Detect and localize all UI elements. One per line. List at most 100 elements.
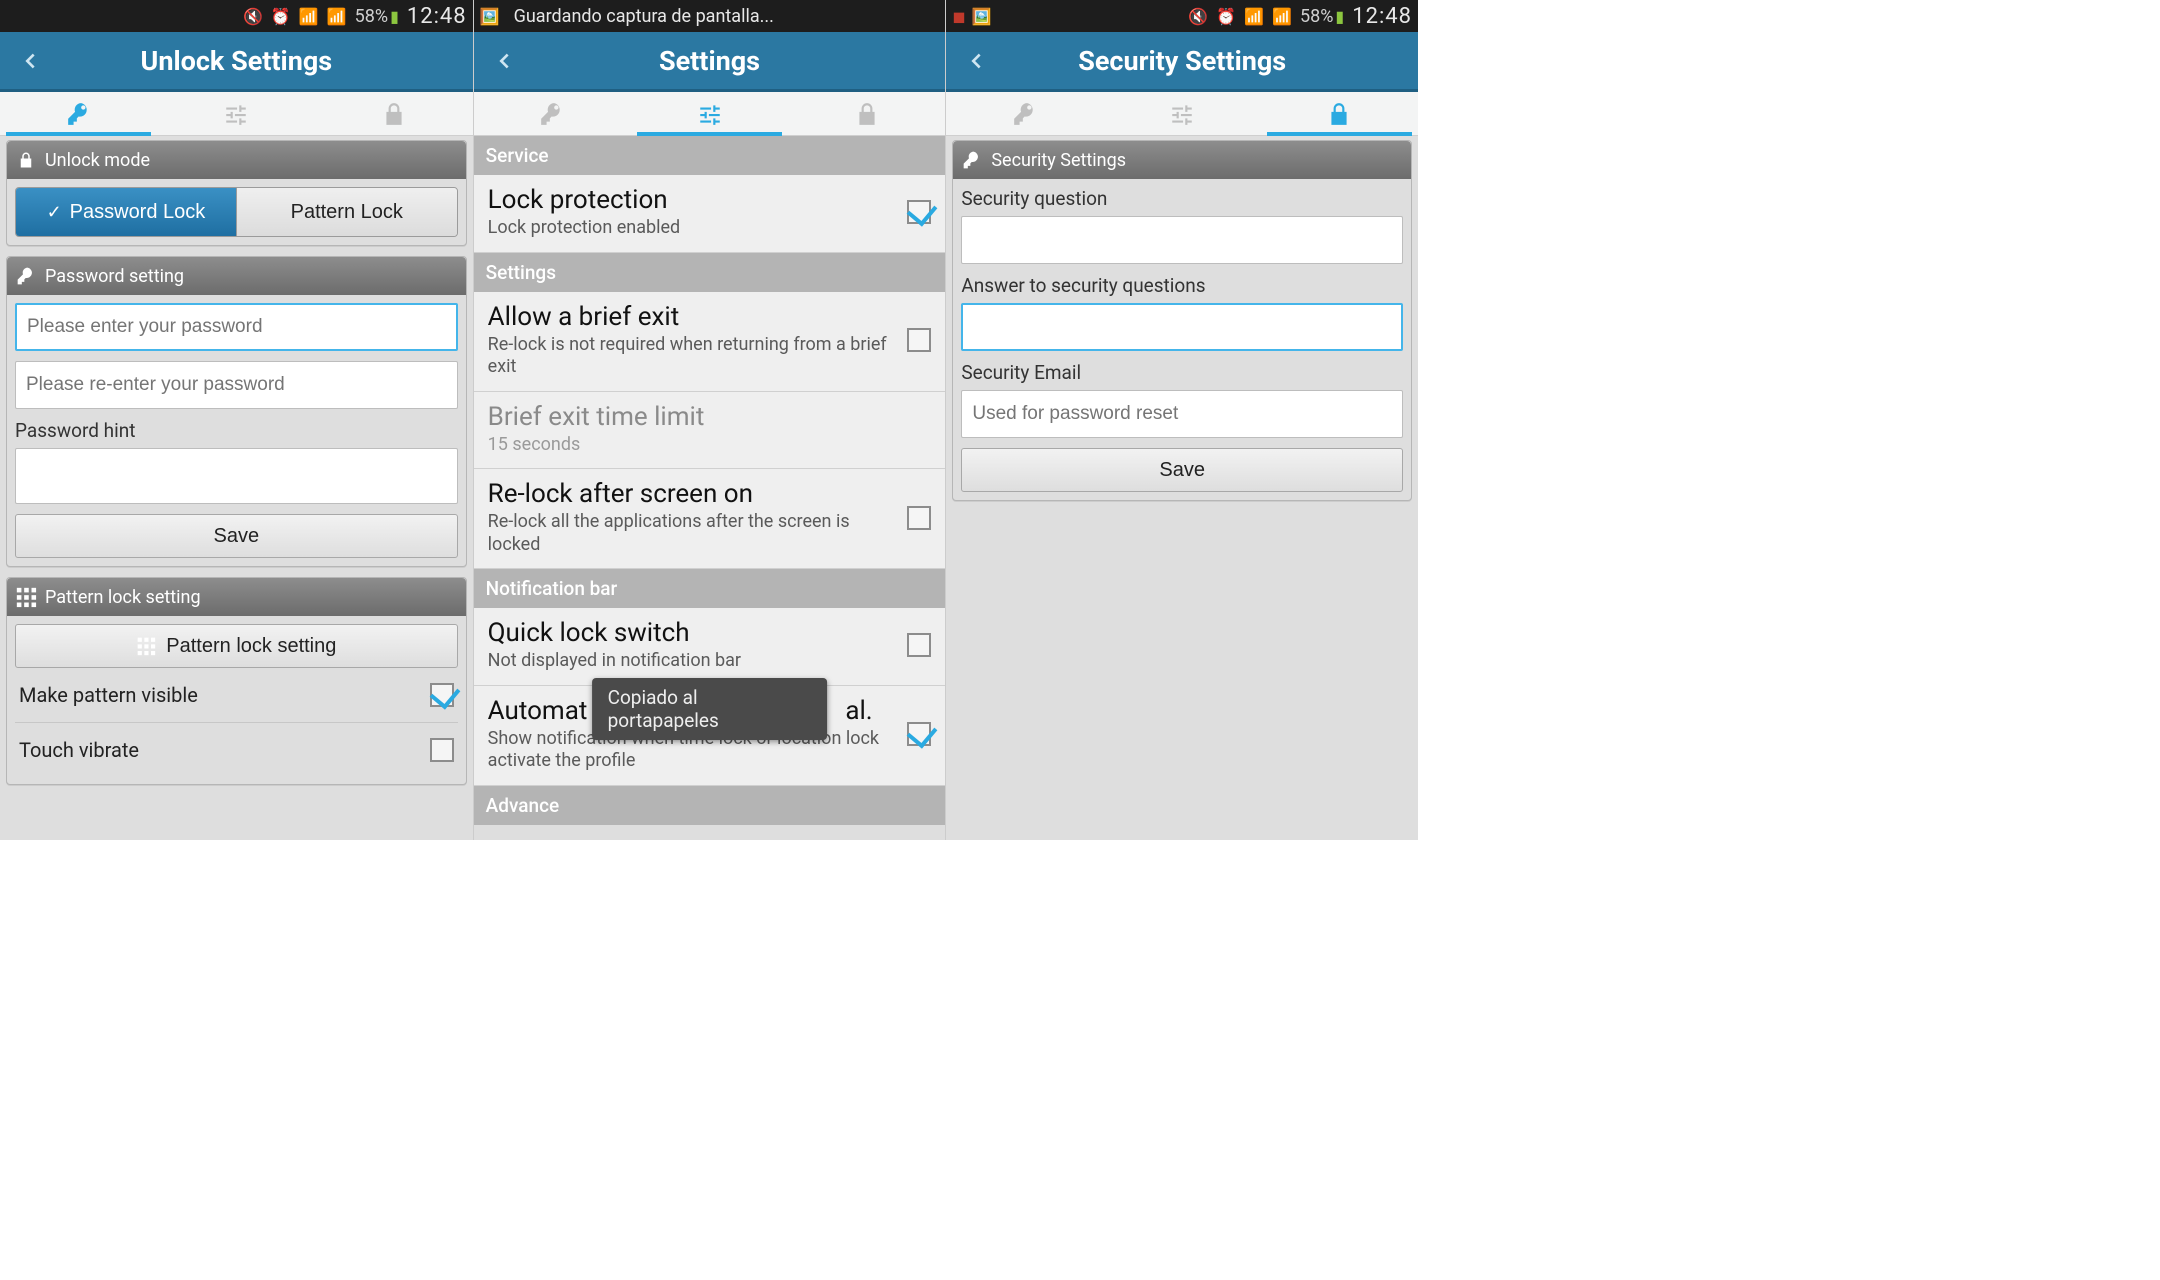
checkbox[interactable]: [907, 200, 931, 224]
lock-icon: [15, 149, 37, 171]
signal-icon: 📶: [1272, 7, 1292, 26]
row-label: Touch vibrate: [19, 738, 139, 762]
section-advance: Advance: [474, 786, 946, 825]
checkbox[interactable]: [907, 506, 931, 530]
pattern-grid-icon: [15, 586, 37, 608]
tab-unlock[interactable]: [474, 92, 631, 135]
tab-security[interactable]: [788, 92, 945, 135]
security-answer-label: Answer to security questions: [961, 274, 1403, 297]
key-lock-icon: [15, 265, 37, 287]
battery-percent: 58%: [1300, 6, 1333, 27]
tab-security[interactable]: [315, 92, 473, 135]
security-email-input[interactable]: [961, 390, 1403, 438]
save-security-button[interactable]: Save: [961, 448, 1403, 492]
screen-settings: 🖼️ Guardando captura de pantalla... Sett…: [473, 0, 946, 840]
battery-icon: ▮: [390, 7, 399, 26]
clipboard-toast: Copiado al portapapeles: [592, 678, 828, 740]
section-service: Service: [474, 136, 946, 175]
save-password-button[interactable]: Save: [15, 514, 458, 558]
password-lock-option[interactable]: ✓ Password Lock: [16, 188, 236, 236]
header-bar: Unlock Settings: [0, 32, 473, 92]
status-bar: ◼ 🖼️ 🔇 ⏰ 📶 📶 58% ▮ 12:48: [946, 0, 1418, 32]
row-lock-protection[interactable]: Lock protection Lock protection enabled: [474, 175, 946, 253]
silent-icon: 🔇: [243, 7, 263, 26]
battery-indicator: 58% ▮: [1300, 6, 1344, 27]
tab-strip: [474, 92, 946, 136]
wifi-icon: 📶: [1244, 7, 1264, 26]
panel-pattern-setting: Pattern lock setting Pattern lock settin…: [6, 577, 467, 785]
row-brief-exit-limit: Brief exit time limit 15 seconds: [474, 392, 946, 470]
password-hint-input[interactable]: [15, 448, 458, 504]
tab-settings[interactable]: [158, 92, 316, 135]
header-bar: Settings: [474, 32, 946, 92]
content-area: Security Settings Security question Answ…: [946, 136, 1418, 840]
password-confirm-input[interactable]: [15, 361, 458, 409]
panel-header-pattern: Pattern lock setting: [7, 578, 466, 616]
checkbox[interactable]: [430, 738, 454, 762]
password-input[interactable]: [15, 303, 458, 351]
tab-settings[interactable]: [1104, 92, 1261, 135]
status-bar: 🖼️ Guardando captura de pantalla...: [474, 0, 946, 32]
panel-title: Security Settings: [991, 150, 1126, 171]
checkbox[interactable]: [430, 683, 454, 707]
alarm-icon: ⏰: [271, 7, 291, 26]
row-quick-lock-switch[interactable]: Quick lock switch Not displayed in notif…: [474, 608, 946, 686]
security-question-input[interactable]: [961, 216, 1403, 264]
panel-title: Pattern lock setting: [45, 587, 201, 608]
content-area: Unlock mode ✓ Password Lock Pattern Lock: [0, 136, 473, 840]
security-email-label: Security Email: [961, 361, 1403, 384]
tab-unlock[interactable]: [0, 92, 158, 135]
lock-icon: [381, 101, 407, 127]
app-icon: ◼: [952, 7, 965, 26]
unlock-mode-segmented: ✓ Password Lock Pattern Lock: [15, 187, 458, 237]
panel-header-security: Security Settings: [953, 141, 1411, 179]
panel-title: Unlock mode: [45, 150, 150, 171]
security-question-label: Security question: [961, 187, 1403, 210]
option-label: Password Lock: [70, 201, 206, 224]
security-answer-input[interactable]: [961, 303, 1403, 351]
option-label: Pattern Lock: [291, 201, 403, 224]
wifi-icon: 📶: [299, 7, 319, 26]
panel-password-setting: Password setting Password hint Save: [6, 256, 467, 567]
sliders-icon: [1169, 101, 1195, 127]
panel-security-settings: Security Settings Security question Answ…: [952, 140, 1412, 501]
row-touch-vibrate[interactable]: Touch vibrate: [15, 722, 458, 776]
tab-security[interactable]: [1261, 92, 1418, 135]
panel-title: Password setting: [45, 266, 184, 287]
page-title: Unlock Settings: [0, 45, 473, 77]
picture-icon: 🖼️: [972, 7, 992, 26]
row-relock-after-screen-on[interactable]: Re-lock after screen on Re-lock all the …: [474, 469, 946, 569]
status-bar: 🔇 ⏰ 📶 📶 58% ▮ 12:48: [0, 0, 473, 32]
section-settings: Settings: [474, 253, 946, 292]
tab-strip: [946, 92, 1418, 136]
checkbox[interactable]: [907, 328, 931, 352]
tab-settings[interactable]: [631, 92, 788, 135]
battery-percent: 58%: [355, 6, 388, 27]
row-subtitle: 15 seconds: [488, 434, 932, 457]
row-title: Brief exit time limit: [488, 402, 932, 432]
key-icon: [539, 101, 565, 127]
row-make-pattern-visible[interactable]: Make pattern visible: [15, 668, 458, 722]
screen-security-settings: ◼ 🖼️ 🔇 ⏰ 📶 📶 58% ▮ 12:48 Security Settin…: [945, 0, 1418, 840]
row-label: Make pattern visible: [19, 683, 198, 707]
checkbox[interactable]: [907, 633, 931, 657]
checkbox[interactable]: [907, 722, 931, 746]
row-allow-brief-exit[interactable]: Allow a brief exit Re-lock is not requir…: [474, 292, 946, 392]
section-notification: Notification bar: [474, 569, 946, 608]
open-pattern-setting-button[interactable]: Pattern lock setting: [15, 624, 458, 668]
check-icon: ✓: [47, 202, 62, 223]
key-lock-icon: [961, 149, 983, 171]
button-label: Save: [214, 525, 260, 548]
alarm-icon: ⏰: [1216, 7, 1236, 26]
row-subtitle: Lock protection enabled: [488, 217, 898, 240]
row-subtitle: Re-lock is not required when returning f…: [488, 334, 898, 379]
screen-unlock-settings: 🔇 ⏰ 📶 📶 58% ▮ 12:48 Unlock Settings: [0, 0, 473, 840]
tab-unlock[interactable]: [946, 92, 1103, 135]
key-icon: [1012, 101, 1038, 127]
panel-header-unlock-mode: Unlock mode: [7, 141, 466, 179]
row-title: Re-lock after screen on: [488, 479, 898, 509]
pattern-lock-option[interactable]: Pattern Lock: [236, 188, 457, 236]
sliders-icon: [223, 101, 249, 127]
content-area: Service Lock protection Lock protection …: [474, 136, 946, 840]
signal-icon: 📶: [327, 7, 347, 26]
